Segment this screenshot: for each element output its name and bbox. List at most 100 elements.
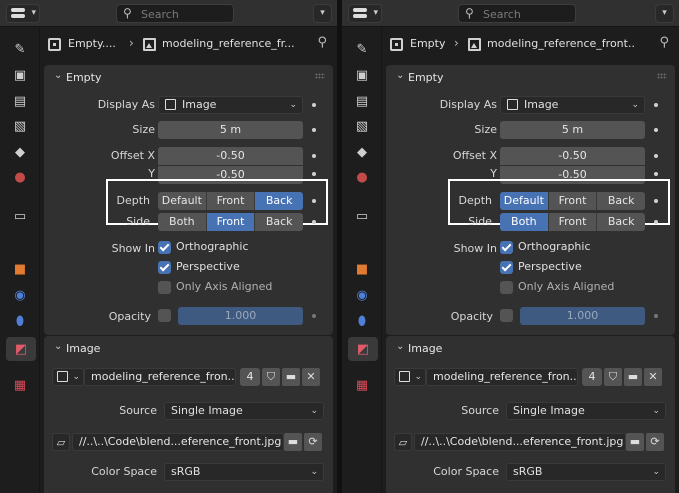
opacity-field[interactable]: 1.000	[520, 307, 645, 325]
editor-type-button[interactable]: ▾	[348, 4, 382, 23]
image-browse-button[interactable]: ⌄	[394, 368, 426, 386]
image-name-field[interactable]: modeling_reference_fron...	[84, 368, 236, 386]
animate-property-dot[interactable]	[654, 172, 658, 176]
texture-icon[interactable]: ▦	[8, 373, 32, 397]
close-icon[interactable]: ✕	[302, 368, 320, 386]
browse-folder-icon[interactable]: ▬	[626, 433, 644, 451]
animate-property-dot[interactable]	[654, 220, 658, 224]
drag-handle-icon[interactable]	[657, 73, 667, 79]
image-browse-button[interactable]: ⌄	[52, 368, 84, 386]
show-in-option-label[interactable]: Perspective	[176, 260, 240, 273]
show-in-checkbox[interactable]	[158, 261, 171, 274]
browse-folder-icon[interactable]: ▬	[284, 433, 302, 451]
depth-default-button[interactable]: Default	[158, 192, 207, 210]
show-in-option-label[interactable]: Only Axis Aligned	[176, 280, 272, 293]
filepath-field[interactable]: //..\..\Code\blend...eference_front.jpg	[72, 433, 284, 451]
side-front-button[interactable]: Front	[206, 213, 256, 231]
pack-file-icon[interactable]: ▱	[52, 433, 70, 451]
output-icon[interactable]: ▤	[8, 89, 32, 113]
animate-property-dot[interactable]	[312, 199, 316, 203]
render-icon[interactable]: ▣	[350, 63, 374, 87]
depth-selector[interactable]: Default Front Back	[500, 192, 645, 210]
pack-file-icon[interactable]: ▱	[394, 433, 412, 451]
scene-icon[interactable]: ◆	[350, 140, 374, 164]
image-data-icon[interactable]: ◩	[6, 337, 36, 361]
display-as-dropdown[interactable]: Image ⌄	[158, 96, 303, 114]
world-icon[interactable]: ●	[350, 165, 374, 189]
search-box[interactable]: ⚲	[458, 4, 576, 23]
show-in-checkbox[interactable]	[500, 241, 513, 254]
side-back-button[interactable]: Back	[255, 213, 303, 231]
empty-panel-header[interactable]: ⌄ Empty	[386, 65, 675, 89]
options-dropdown-button[interactable]: ▾	[313, 4, 332, 23]
search-box[interactable]: ⚲	[116, 4, 234, 23]
object-icon[interactable]: ■	[350, 257, 374, 281]
display-as-dropdown[interactable]: Image ⌄	[500, 96, 645, 114]
breadcrumb-object[interactable]: Empty....	[68, 37, 116, 50]
view-layer-icon[interactable]: ▧	[8, 114, 32, 138]
reload-icon[interactable]: ⟳	[304, 433, 322, 451]
offset-x-field[interactable]: -0.50	[500, 147, 645, 165]
show-in-checkbox[interactable]	[500, 281, 513, 294]
opacity-checkbox[interactable]	[158, 309, 171, 322]
pin-icon[interactable]: ⚲	[317, 35, 327, 50]
show-in-option-label[interactable]: Perspective	[518, 260, 582, 273]
render-icon[interactable]: ▣	[8, 63, 32, 87]
editor-type-button[interactable]: ▾	[6, 4, 40, 23]
filepath-field[interactable]: //..\..\Code\blend...eference_front.jpg	[414, 433, 626, 451]
animate-property-dot[interactable]	[312, 220, 316, 224]
open-folder-icon[interactable]: ▬	[282, 368, 300, 386]
depth-front-button[interactable]: Front	[548, 192, 598, 210]
view-layer-icon[interactable]: ▧	[350, 114, 374, 138]
animate-property-dot[interactable]	[312, 314, 316, 318]
offset-x-field[interactable]: -0.50	[158, 147, 303, 165]
side-back-button[interactable]: Back	[597, 213, 645, 231]
side-front-button[interactable]: Front	[548, 213, 598, 231]
opacity-checkbox[interactable]	[500, 309, 513, 322]
source-dropdown[interactable]: Single Image ⌄	[164, 402, 324, 420]
output-icon[interactable]: ▤	[350, 89, 374, 113]
depth-back-button[interactable]: Back	[597, 192, 645, 210]
image-name-field[interactable]: modeling_reference_fron...	[426, 368, 578, 386]
texture-icon[interactable]: ▦	[350, 373, 374, 397]
empty-panel-header[interactable]: ⌄ Empty	[44, 65, 333, 89]
animate-property-dot[interactable]	[654, 154, 658, 158]
depth-selector[interactable]: Default Front Back	[158, 192, 303, 210]
constraints-icon[interactable]: ⬮	[8, 309, 32, 333]
animate-property-dot[interactable]	[312, 103, 316, 107]
collection-icon[interactable]: ▭	[8, 204, 32, 228]
breadcrumb-image[interactable]: modeling_reference_fr...	[162, 37, 294, 50]
breadcrumb-object[interactable]: Empty	[410, 37, 445, 50]
drag-handle-icon[interactable]	[315, 73, 325, 79]
physics-icon[interactable]: ◉	[8, 283, 32, 307]
users-count[interactable]: 4	[582, 368, 602, 386]
depth-back-button[interactable]: Back	[255, 192, 303, 210]
open-folder-icon[interactable]: ▬	[624, 368, 642, 386]
animate-property-dot[interactable]	[312, 172, 316, 176]
tool-icon[interactable]: ✎	[8, 37, 32, 61]
collection-icon[interactable]: ▭	[350, 204, 374, 228]
show-in-checkbox[interactable]	[500, 261, 513, 274]
animate-property-dot[interactable]	[654, 314, 658, 318]
tool-icon[interactable]: ✎	[350, 37, 374, 61]
source-dropdown[interactable]: Single Image ⌄	[506, 402, 666, 420]
object-icon[interactable]: ■	[8, 257, 32, 281]
options-dropdown-button[interactable]: ▾	[655, 4, 674, 23]
animate-property-dot[interactable]	[312, 128, 316, 132]
fake-user-shield-icon[interactable]: ⛉	[604, 368, 622, 386]
size-field[interactable]: 5 m	[158, 121, 303, 139]
reload-icon[interactable]: ⟳	[646, 433, 664, 451]
show-in-option-label[interactable]: Orthographic	[176, 240, 249, 253]
fake-user-shield-icon[interactable]: ⛉	[262, 368, 280, 386]
size-field[interactable]: 5 m	[500, 121, 645, 139]
show-in-option-label[interactable]: Orthographic	[518, 240, 591, 253]
animate-property-dot[interactable]	[654, 199, 658, 203]
search-input[interactable]	[483, 7, 571, 21]
world-icon[interactable]: ●	[8, 165, 32, 189]
depth-front-button[interactable]: Front	[206, 192, 256, 210]
show-in-option-label[interactable]: Only Axis Aligned	[518, 280, 614, 293]
opacity-field[interactable]: 1.000	[178, 307, 303, 325]
side-selector[interactable]: Both Front Back	[500, 213, 645, 231]
animate-property-dot[interactable]	[312, 154, 316, 158]
color-space-dropdown[interactable]: sRGB ⌄	[506, 463, 666, 481]
